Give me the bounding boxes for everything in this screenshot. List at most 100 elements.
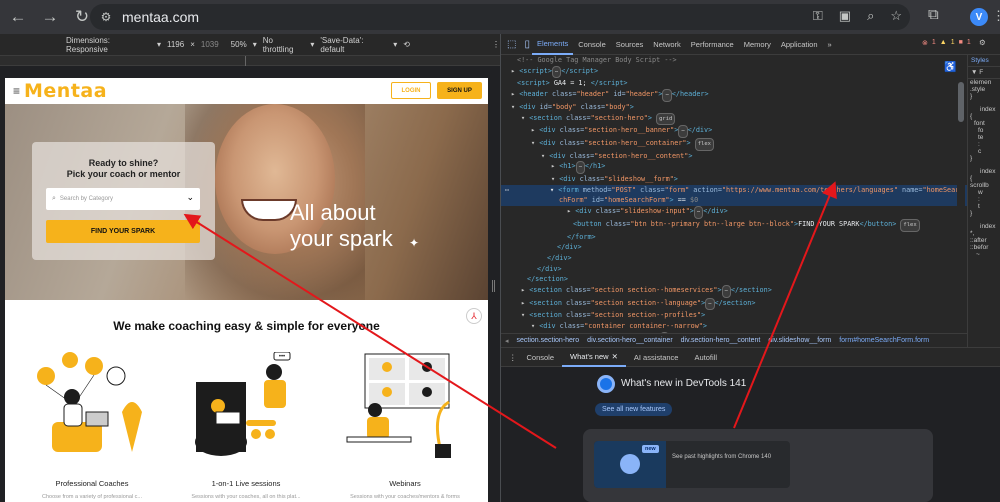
drawer-tab-whats-new[interactable]: What's new ✕ bbox=[562, 347, 626, 367]
tab-network[interactable]: Network bbox=[648, 34, 686, 55]
styles-line: : bbox=[978, 196, 980, 203]
breadcrumb-item-active[interactable]: form#homeSearchForm.form bbox=[839, 337, 929, 344]
dropdown-arrow-icon: ▾ bbox=[310, 40, 315, 49]
drawer-tab-console[interactable]: Console bbox=[519, 347, 563, 367]
back-icon[interactable]: ← bbox=[4, 3, 32, 31]
styles-line: *, bbox=[970, 230, 975, 237]
site-info-icon[interactable]: ⚙ bbox=[98, 9, 114, 25]
breadcrumb-item[interactable]: div.section-hero__container bbox=[587, 337, 672, 344]
search-card: Ready to shine? Pick your coach or mento… bbox=[32, 142, 215, 260]
past-highlights-link[interactable]: new See past highlights from Chrome 140 bbox=[594, 441, 790, 488]
resize-handle[interactable] bbox=[492, 280, 495, 292]
more-tabs-button[interactable]: » bbox=[823, 34, 837, 55]
drawer-tab-ai-assistance[interactable]: AI assistance bbox=[626, 347, 687, 367]
dropdown-arrow-icon: ▾ bbox=[252, 40, 257, 49]
styles-line: index bbox=[980, 168, 996, 175]
tab-elements[interactable]: Elements bbox=[531, 34, 574, 55]
styles-line: } bbox=[970, 155, 973, 162]
settings-gear-icon[interactable]: ⚙ bbox=[979, 38, 986, 47]
zoom-icon[interactable]: ⌕ bbox=[867, 8, 874, 24]
category-placeholder: Search by Category bbox=[59, 196, 113, 202]
category-select[interactable]: ⌕ Search by Category ⌄ bbox=[46, 188, 200, 210]
cast-icon[interactable]: ▣ bbox=[839, 8, 851, 24]
see-all-features-button[interactable]: See all new features bbox=[595, 403, 673, 416]
play-icon[interactable] bbox=[620, 454, 640, 474]
find-spark-button[interactable]: FIND YOUR SPARK bbox=[46, 220, 200, 243]
styles-filter[interactable]: ▼ F bbox=[968, 67, 1000, 79]
styles-line: t bbox=[978, 203, 980, 210]
tab-console[interactable]: Console bbox=[573, 34, 611, 55]
styles-line: ::after bbox=[970, 237, 987, 244]
hero-title: All about your spark bbox=[290, 200, 393, 252]
throttling-dropdown[interactable]: No throttling bbox=[263, 36, 305, 54]
styles-line: ::befor bbox=[970, 244, 989, 251]
error-icon: ⊗ bbox=[922, 40, 928, 47]
login-button[interactable]: LOGIN bbox=[391, 82, 431, 99]
issue-icon: ■ bbox=[958, 39, 963, 46]
device-toolbar: Dimensions: Responsive ▾ 1196 × 1039 50%… bbox=[0, 34, 500, 56]
device-mode-icon[interactable]: ▯ bbox=[524, 39, 530, 50]
service-sub-1: Choose from a variety of professional c.… bbox=[42, 494, 142, 500]
rotate-icon[interactable]: ⟲ bbox=[403, 40, 410, 49]
forward-icon[interactable]: → bbox=[36, 3, 64, 31]
accessibility-icon[interactable]: ♿ bbox=[944, 62, 956, 73]
profile-avatar[interactable]: V bbox=[970, 8, 988, 26]
tab-memory[interactable]: Memory bbox=[739, 34, 776, 55]
device-menu-icon[interactable]: ⋮ bbox=[492, 40, 500, 49]
signup-button[interactable]: SIGN UP bbox=[437, 82, 482, 99]
inspect-icon[interactable]: ⬚ bbox=[507, 39, 516, 50]
highlight-card: new See past highlights from Chrome 140 bbox=[583, 429, 933, 502]
section-title: We make coaching easy & simple for every… bbox=[113, 319, 380, 333]
zoom-dropdown[interactable]: 50% bbox=[231, 40, 247, 49]
key-icon[interactable]: ⚿ bbox=[813, 8, 823, 24]
breadcrumb-item[interactable]: section.section-hero bbox=[517, 337, 580, 344]
webinars-illustration bbox=[345, 352, 465, 462]
breadcrumb-item[interactable]: div.section-hero__content bbox=[681, 337, 761, 344]
drawer-tabbar: ⋮ Console What's new ✕ AI assistance Auto… bbox=[501, 347, 1000, 367]
service-label-2: 1-on-1 Live sessions bbox=[211, 479, 281, 488]
styles-line: te bbox=[978, 134, 984, 141]
emulated-viewport: ≡ Mentaa LOGIN SIGN UP All about your sp… bbox=[5, 78, 488, 502]
browser-menu-icon[interactable]: ⋮ bbox=[992, 8, 1000, 24]
ruler bbox=[0, 56, 500, 66]
video-thumbnail[interactable]: new bbox=[594, 441, 666, 488]
drawer-menu-icon[interactable]: ⋮ bbox=[509, 353, 517, 362]
styles-line: } bbox=[970, 210, 973, 217]
styles-line: font bbox=[974, 120, 985, 127]
url-text[interactable]: mentaa.com bbox=[122, 9, 199, 25]
hero-title-line2: your spark bbox=[290, 226, 393, 251]
address-bar[interactable]: ⚙ mentaa.com ⚿ ▣ ⌕ ☆ bbox=[90, 4, 910, 30]
breadcrumb-item[interactable]: div.slideshow__form bbox=[768, 337, 831, 344]
dimensions-dropdown[interactable]: Dimensions: Responsive bbox=[66, 36, 151, 54]
elements-tree[interactable]: <!-- Google Tag Manager Body Script --> … bbox=[501, 55, 967, 333]
width-input[interactable]: 1196 bbox=[167, 40, 184, 49]
warning-icon: ▲ bbox=[939, 39, 947, 46]
chrome-devtools-icon bbox=[597, 375, 615, 393]
sparkle-icon: ✦ bbox=[409, 236, 420, 250]
save-data-dropdown[interactable]: 'Save-Data': default bbox=[320, 36, 387, 54]
tab-performance[interactable]: Performance bbox=[686, 34, 739, 55]
elements-scrollbar[interactable] bbox=[957, 80, 965, 330]
hamburger-menu-icon[interactable]: ≡ bbox=[13, 84, 20, 98]
issue-count: 1 bbox=[966, 39, 971, 46]
styles-line: elemen bbox=[970, 79, 992, 86]
issue-counters[interactable]: ⊗ 1 ▲ 1 ■ 1 bbox=[922, 39, 971, 47]
height-input[interactable]: 1039 bbox=[201, 40, 219, 49]
site-logo[interactable]: Mentaa bbox=[24, 80, 107, 102]
bookmark-star-icon[interactable]: ☆ bbox=[890, 8, 902, 24]
drawer-tab-autofill[interactable]: Autofill bbox=[686, 347, 725, 367]
dropdown-arrow-icon: ▾ bbox=[393, 40, 398, 49]
chevron-down-icon[interactable]: ⌄ bbox=[186, 192, 194, 203]
styles-pane[interactable]: Styles ▼ F elemen .style } index { font … bbox=[967, 55, 1000, 347]
new-badge: new bbox=[642, 445, 659, 453]
hero-section: All about your spark ✦ Ready to shine? P… bbox=[5, 104, 488, 300]
styles-line: { bbox=[970, 113, 973, 120]
close-icon[interactable]: ✕ bbox=[612, 352, 618, 361]
extensions-icon[interactable]: ⧉ bbox=[928, 6, 939, 23]
service-sub-2: Sessions with your coaches, all on this … bbox=[191, 494, 301, 500]
tab-application[interactable]: Application bbox=[776, 34, 823, 55]
tab-sources[interactable]: Sources bbox=[611, 34, 649, 55]
styles-line: : bbox=[978, 141, 980, 148]
breadcrumb-scroll-left-icon[interactable]: ◂ bbox=[505, 337, 509, 345]
styles-tab[interactable]: Styles bbox=[968, 55, 1000, 67]
